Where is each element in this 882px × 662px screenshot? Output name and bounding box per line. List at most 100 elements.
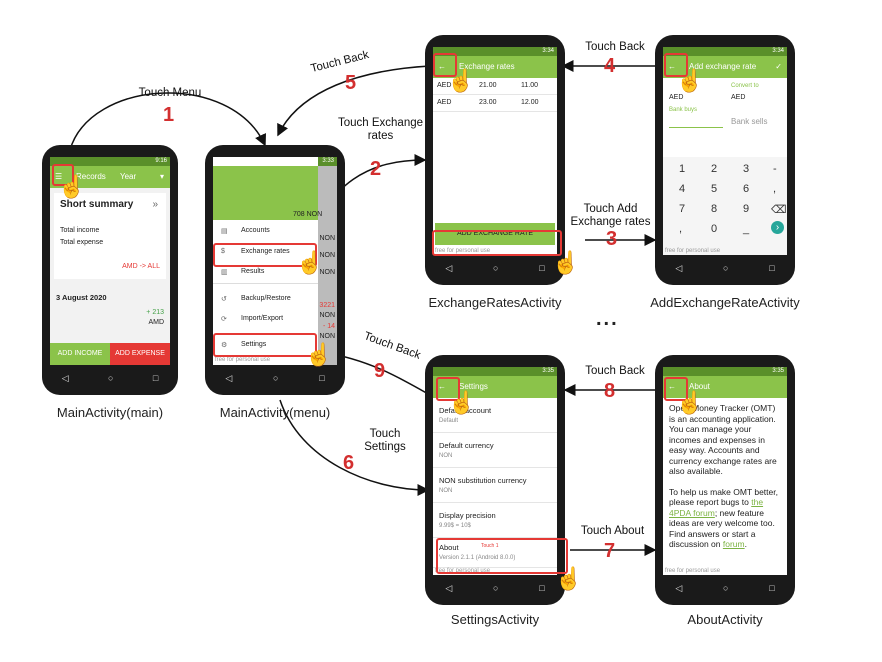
convert-to-label: Convert to <box>731 83 759 89</box>
home-icon[interactable]: ○ <box>493 583 498 593</box>
step-5-number: 5 <box>345 72 357 94</box>
recents-icon[interactable]: □ <box>769 583 774 593</box>
nav-bar: ◁ ○ □ <box>655 577 795 599</box>
check-icon[interactable]: ✓ <box>775 56 782 78</box>
recents-icon[interactable]: □ <box>769 263 774 273</box>
home-icon[interactable]: ○ <box>723 583 728 593</box>
highlight-settings <box>213 333 317 357</box>
home-icon[interactable]: ○ <box>723 263 728 273</box>
next-key[interactable]: › <box>771 221 784 234</box>
key[interactable]: 5 <box>711 183 717 195</box>
drawer-balance: 708 NON <box>293 211 323 218</box>
bank-buys-input[interactable] <box>669 127 723 128</box>
add-expense-button[interactable]: ADD EXPENSE <box>110 343 170 365</box>
settings-item[interactable]: Default currency NON <box>433 433 557 468</box>
drawer-item-accounts[interactable]: Accounts <box>241 227 270 234</box>
recents-icon[interactable]: □ <box>319 373 324 383</box>
key[interactable]: 2 <box>711 163 717 175</box>
settings-item[interactable]: Display precision 9.99$ = 10$ <box>433 503 557 538</box>
side-value: NON <box>319 235 335 242</box>
forum-link-2[interactable]: forum <box>723 539 745 549</box>
back-icon[interactable]: ◁ <box>62 373 69 384</box>
period-select[interactable]: Year <box>120 166 136 188</box>
setting-label: Display precision <box>439 511 496 520</box>
table-row[interactable]: AED 23.00 12.00 <box>433 95 557 112</box>
key[interactable]: - <box>773 163 777 175</box>
summary-card[interactable]: Short summary » Total income Total expen… <box>54 193 166 279</box>
key[interactable]: 7 <box>679 203 685 215</box>
step-1-number: 1 <box>163 104 175 126</box>
backspace-icon[interactable]: ⌫ <box>771 203 787 216</box>
back-icon[interactable]: ◁ <box>675 263 682 274</box>
ellipsis: ... <box>596 308 619 330</box>
nav-bar: ◁ ○ □ <box>42 367 178 389</box>
recents-icon[interactable]: □ <box>153 373 158 383</box>
total-expense-label: Total expense <box>60 239 104 246</box>
nav-bar: ◁ ○ □ <box>655 257 795 279</box>
highlight-about <box>436 538 568 574</box>
key[interactable]: 0 <box>711 223 717 235</box>
key[interactable]: 6 <box>743 183 749 195</box>
key[interactable]: , <box>773 183 776 195</box>
bar-chart-icon: ▥ <box>221 269 228 276</box>
key[interactable]: , <box>679 223 682 235</box>
key[interactable]: 4 <box>679 183 685 195</box>
status-bar: 3:35 <box>433 367 557 376</box>
total-income-label: Total income <box>60 227 100 234</box>
expand-icon[interactable]: » <box>152 199 158 210</box>
key[interactable]: 1 <box>679 163 685 175</box>
rate-code: AED <box>437 99 452 106</box>
caption-menu: MainActivity(menu) <box>219 405 331 420</box>
key[interactable]: 9 <box>743 203 749 215</box>
caption-main: MainActivity(main) <box>56 405 164 420</box>
recents-icon[interactable]: □ <box>539 263 544 273</box>
step-6-number: 6 <box>343 452 355 474</box>
bank-sells-input[interactable]: Bank sells <box>731 117 767 126</box>
step-9-number: 9 <box>374 360 386 382</box>
recents-icon[interactable]: □ <box>539 583 544 593</box>
home-icon[interactable]: ○ <box>493 263 498 273</box>
hand-pointer-icon: ☝ <box>305 342 333 367</box>
step-7-number: 7 <box>604 540 616 562</box>
step-4-number: 4 <box>604 55 616 77</box>
hand-pointer-icon: ☝ <box>552 250 580 275</box>
side-value: - 14 <box>322 323 335 330</box>
drawer-item-import-export[interactable]: Import/Export <box>241 315 283 322</box>
step-3-number: 3 <box>606 228 618 250</box>
step-6-label: Touch Settings <box>364 428 406 453</box>
home-icon[interactable]: ○ <box>273 373 278 383</box>
key[interactable]: 3 <box>743 163 749 175</box>
hand-pointer-icon: ☝ <box>555 566 583 591</box>
back-icon[interactable]: ◁ <box>445 263 452 274</box>
setting-value: NON <box>439 453 453 459</box>
add-income-button[interactable]: ADD INCOME <box>50 343 110 365</box>
rate-value-a: 21.00 <box>479 82 497 89</box>
back-icon[interactable]: ◁ <box>675 583 682 594</box>
bank-buys-label: Bank buys <box>669 107 698 113</box>
setting-label: Default currency <box>439 441 494 450</box>
side-value: 3221 <box>319 302 335 309</box>
footer-text: free for personal use <box>665 568 721 574</box>
footer-text: free for personal use <box>665 248 721 254</box>
hand-pointer-icon: ☝ <box>676 68 704 93</box>
drawer-item-results[interactable]: Results <box>241 268 264 275</box>
hand-pointer-icon: ☝ <box>448 390 476 415</box>
from-currency-select[interactable]: AED <box>669 94 683 101</box>
drawer-divider <box>213 283 318 284</box>
numeric-keypad: 1 2 3 - 4 5 6 , 7 8 9 ⌫ , 0 _ › <box>663 157 787 255</box>
setting-value: 9.99$ = 10$ <box>439 523 471 529</box>
key[interactable]: _ <box>743 223 749 235</box>
summary-title: Short summary <box>60 199 134 210</box>
to-currency-select[interactable]: AED <box>731 94 745 101</box>
about-paragraph-2: To help us make OMT better, please repor… <box>669 487 783 550</box>
drawer-item-backup[interactable]: Backup/Restore <box>241 295 291 302</box>
step-3-label: Touch Add Exchange rates <box>570 203 651 228</box>
back-icon[interactable]: ◁ <box>445 583 452 594</box>
settings-item[interactable]: NON substitution currency NON <box>433 468 557 503</box>
step-4-label: Touch Back <box>585 41 645 53</box>
key[interactable]: 8 <box>711 203 717 215</box>
back-icon[interactable]: ◁ <box>225 373 232 384</box>
hand-pointer-icon: ☝ <box>676 390 704 415</box>
currency-link[interactable]: AMD -> ALL <box>122 263 160 270</box>
home-icon[interactable]: ○ <box>108 373 113 383</box>
